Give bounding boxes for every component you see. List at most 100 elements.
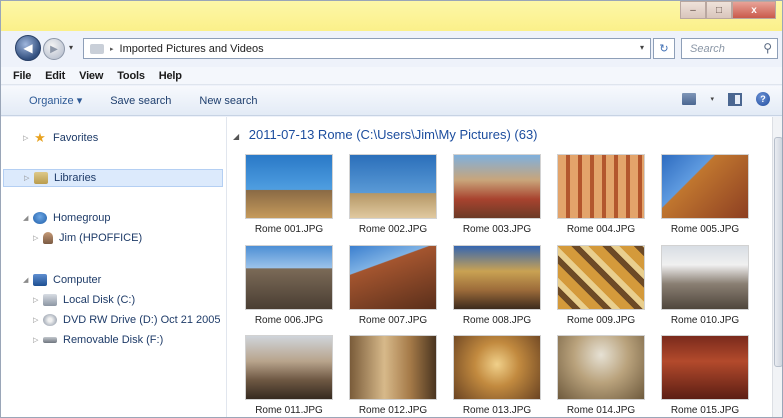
photo-thumbnail[interactable] <box>453 154 541 219</box>
photo-thumbnail[interactable] <box>349 245 437 310</box>
window-controls: – □ x <box>680 1 776 21</box>
thumbnail-label: Rome 008.JPG <box>462 315 532 326</box>
vertical-scrollbar[interactable] <box>772 117 782 417</box>
thumbnail-item[interactable]: Rome 001.JPG <box>237 154 341 235</box>
photo-thumbnail[interactable] <box>245 245 333 310</box>
photo-thumbnail[interactable] <box>661 245 749 310</box>
photo-thumbnail[interactable] <box>557 245 645 310</box>
photo-thumbnail[interactable] <box>557 335 645 400</box>
search-icon[interactable]: ⚲ <box>763 41 772 55</box>
expand-arrow-icon[interactable]: ▷ <box>33 296 43 304</box>
photo-thumbnail[interactable] <box>557 154 645 219</box>
group-title: 2011-07-13 Rome (C:\Users\Jim\My Picture… <box>248 127 538 142</box>
nav-label: Homegroup <box>53 212 111 224</box>
scrollbar-thumb[interactable] <box>774 137 782 367</box>
menu-edit[interactable]: Edit <box>45 70 65 82</box>
star-icon: ★ <box>34 130 46 145</box>
menu-view[interactable]: View <box>79 70 103 82</box>
menu-tools[interactable]: Tools <box>117 70 145 82</box>
thumbnail-item[interactable]: Rome 005.JPG <box>653 154 757 235</box>
expand-arrow-icon[interactable]: ▷ <box>33 316 43 324</box>
maximize-button[interactable]: □ <box>706 1 732 19</box>
help-icon[interactable]: ? <box>756 92 770 106</box>
menu-file[interactable]: File <box>13 70 31 82</box>
save-search-button[interactable]: Save search <box>110 95 171 107</box>
thumbnail-label: Rome 012.JPG <box>358 405 428 416</box>
thumbnail-item[interactable]: Rome 015.JPG <box>653 335 757 416</box>
thumbnail-item[interactable]: Rome 012.JPG <box>341 335 445 416</box>
expand-arrow-icon[interactable]: ▷ <box>33 234 43 242</box>
thumbnail-item[interactable]: Rome 014.JPG <box>549 335 653 416</box>
nav-libraries[interactable]: ▷ Libraries <box>3 169 223 187</box>
thumbnail-item[interactable]: Rome 013.JPG <box>445 335 549 416</box>
back-button[interactable]: ◀ <box>15 35 41 61</box>
thumbnail-item[interactable]: Rome 007.JPG <box>341 245 445 326</box>
photo-thumbnail[interactable] <box>245 335 333 400</box>
search-input[interactable]: Search ⚲ <box>681 38 778 59</box>
address-dropdown-icon[interactable]: ▾ <box>640 43 644 52</box>
new-search-button[interactable]: New search <box>199 95 257 107</box>
nav-label: Removable Disk (F:) <box>63 334 164 346</box>
recent-pages-chevron-icon[interactable]: ▾ <box>69 43 73 52</box>
menu-help[interactable]: Help <box>159 70 182 82</box>
hard-disk-icon <box>43 294 57 306</box>
thumbnail-label: Rome 003.JPG <box>462 224 532 235</box>
thumbnail-item[interactable]: Rome 010.JPG <box>653 245 757 326</box>
thumbnail-item[interactable]: Rome 008.JPG <box>445 245 549 326</box>
breadcrumb-location[interactable]: Imported Pictures and Videos <box>120 43 264 55</box>
nav-label: Favorites <box>53 132 99 144</box>
views-dropdown-icon[interactable]: ▾ <box>710 95 714 103</box>
thumbnail-item[interactable]: Rome 011.JPG <box>237 335 341 416</box>
nav-homegroup-user[interactable]: ▷ Jim (HPOFFICE) <box>33 229 142 247</box>
nav-label: DVD RW Drive (D:) Oct 21 2005 <box>63 314 221 326</box>
collapse-arrow-icon[interactable]: ◢ <box>233 132 239 141</box>
thumbnail-item[interactable]: Rome 002.JPG <box>341 154 445 235</box>
close-button[interactable]: x <box>732 1 776 19</box>
forward-button[interactable]: ▶ <box>43 38 65 60</box>
expand-arrow-icon[interactable]: ▷ <box>33 336 43 344</box>
thumbnail-label: Rome 009.JPG <box>566 315 636 326</box>
thumbnail-label: Rome 014.JPG <box>566 405 636 416</box>
change-view-icon[interactable] <box>682 93 697 105</box>
nav-removable-disk[interactable]: ▷ Removable Disk (F:) <box>33 331 163 349</box>
file-list: ◢ 2011-07-13 Rome (C:\Users\Jim\My Pictu… <box>227 117 772 417</box>
expand-arrow-icon[interactable]: ▷ <box>24 174 34 182</box>
nav-dvd-drive[interactable]: ▷ DVD RW Drive (D:) Oct 21 2005 <box>33 311 221 329</box>
breadcrumb-arrow-icon[interactable]: ▸ <box>110 45 114 53</box>
photo-thumbnail[interactable] <box>661 154 749 219</box>
photo-thumbnail[interactable] <box>245 154 333 219</box>
navigation-pane: ▷ ★ Favorites ▷ Libraries ◢ Homegroup ▷ … <box>1 117 227 417</box>
photo-thumbnail[interactable] <box>661 335 749 400</box>
thumbnail-label: Rome 015.JPG <box>670 405 740 416</box>
nav-label: Local Disk (C:) <box>63 294 136 306</box>
nav-label: Jim (HPOFFICE) <box>59 232 143 244</box>
thumbnail-item[interactable]: Rome 006.JPG <box>237 245 341 326</box>
minimize-button[interactable]: – <box>680 1 706 19</box>
thumbnail-label: Rome 006.JPG <box>254 315 324 326</box>
nav-computer[interactable]: ◢ Computer <box>23 271 101 289</box>
nav-favorites[interactable]: ▷ ★ Favorites <box>23 129 98 147</box>
folder-icon <box>90 43 104 54</box>
nav-local-disk[interactable]: ▷ Local Disk (C:) <box>33 291 135 309</box>
group-header[interactable]: ◢ 2011-07-13 Rome (C:\Users\Jim\My Pictu… <box>233 127 538 142</box>
address-bar[interactable]: ▸ Imported Pictures and Videos ▾ <box>83 38 651 59</box>
libraries-icon <box>34 172 48 184</box>
photo-thumbnail[interactable] <box>349 335 437 400</box>
thumbnail-item[interactable]: Rome 009.JPG <box>549 245 653 326</box>
nav-homegroup[interactable]: ◢ Homegroup <box>23 209 110 227</box>
preview-pane-icon[interactable] <box>728 92 742 106</box>
photo-thumbnail[interactable] <box>453 335 541 400</box>
explorer-window: – □ x ◀ ▶ ▾ ▸ Imported Pictures and Vide… <box>0 0 783 418</box>
collapse-arrow-icon[interactable]: ◢ <box>23 276 33 284</box>
expand-arrow-icon[interactable]: ▷ <box>23 134 33 142</box>
refresh-button[interactable]: ↻ <box>653 38 675 59</box>
thumbnail-item[interactable]: Rome 003.JPG <box>445 154 549 235</box>
photo-thumbnail[interactable] <box>453 245 541 310</box>
thumbnail-label: Rome 004.JPG <box>566 224 636 235</box>
organize-button[interactable]: Organize ▾ <box>29 94 82 107</box>
thumbnail-item[interactable]: Rome 004.JPG <box>549 154 653 235</box>
user-icon <box>43 232 53 244</box>
computer-icon <box>33 274 47 286</box>
collapse-arrow-icon[interactable]: ◢ <box>23 214 33 222</box>
photo-thumbnail[interactable] <box>349 154 437 219</box>
